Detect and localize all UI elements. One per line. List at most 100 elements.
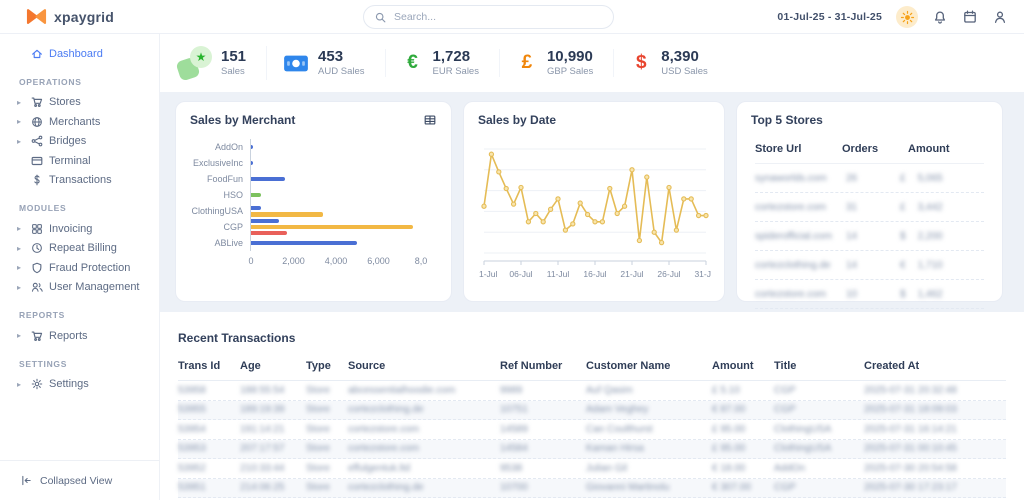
transaction-row[interactable]: 53953 207:17:57 Store cortezstore.com 14584 K…	[178, 439, 1006, 459]
table-row: cortezclothing.de 14 €1,710	[755, 251, 984, 280]
search-input[interactable]	[394, 11, 603, 23]
cell: 2025-07-31 18:09:03	[864, 404, 957, 416]
bar	[251, 240, 358, 246]
globe-icon	[30, 115, 44, 129]
stat-label: AUD Sales	[318, 66, 365, 77]
category-label: HSO	[223, 190, 243, 200]
transaction-row[interactable]: 53951 214:06:25 Store cortezclothing.de 1070…	[178, 478, 1006, 498]
cell: Kaman Hirsa	[586, 443, 644, 455]
dashboard-app: xpaygrid 01-Jul-25 - 31-Jul-25	[0, 0, 1024, 500]
category-label: CGP	[223, 222, 243, 232]
sidebar-item-reports[interactable]: ▸ Reports	[0, 326, 159, 346]
currency-symbol: £	[900, 172, 906, 184]
sidebar-item-repeat-billing[interactable]: ▸ Repeat Billing	[0, 239, 159, 259]
table-header-row: Trans Id Age Type Source Ref Number Customer …	[178, 360, 1006, 381]
theme-toggle-button[interactable]	[896, 6, 918, 28]
pound-sign-icon: £	[521, 52, 533, 73]
sidebar-item-label: Dashboard	[49, 47, 103, 60]
sidebar-item-fraud-protection[interactable]: ▸ Fraud Protection	[0, 258, 159, 278]
logo-x-icon	[26, 8, 47, 25]
bars	[250, 139, 437, 155]
banknote-icon	[283, 54, 309, 73]
search-bar[interactable]	[363, 5, 614, 29]
column-header: Orders	[842, 143, 879, 155]
currency-symbol: $	[900, 230, 906, 242]
charts-band: Sales by Merchant AddOn ExclusiveInc FoodF…	[160, 92, 1024, 312]
orders-count: 10	[846, 288, 858, 300]
column-header: Trans Id	[178, 360, 221, 372]
svg-text:26-Jul: 26-Jul	[657, 269, 680, 279]
cell: 14584	[500, 443, 528, 455]
collapse-sidebar-button[interactable]: Collapsed View	[0, 460, 159, 500]
cell: ClothingUSA	[774, 443, 832, 455]
column-header: Type	[306, 360, 331, 372]
cell: cortezclothing.de	[348, 404, 424, 416]
transaction-row[interactable]: 53958 188:55:54 Store abcessentialhoodie.co…	[178, 381, 1006, 401]
category-label: ABLive	[214, 238, 243, 248]
transaction-row[interactable]: 53955 189:19:39 Store cortezclothing.de 1075…	[178, 400, 1006, 420]
date-range-filter[interactable]: 01-Jul-25 - 31-Jul-25	[777, 11, 882, 23]
bar-group-exclusiveinc: ExclusiveInc	[190, 155, 437, 171]
stat-label: EUR Sales	[432, 66, 479, 77]
cell: 2025-07-30 20:54:58	[864, 462, 957, 474]
cell: 53954	[178, 423, 206, 435]
bar-group-clothingusa: ClothingUSA	[190, 203, 437, 219]
cell: Store	[306, 384, 330, 396]
nav-group-header: SETTINGS	[19, 358, 68, 369]
sidebar-nav: Dashboard OPERATIONS ▸ Stores ▸ Merchants ▸ Bri…	[0, 44, 159, 394]
column-header: Source	[348, 360, 386, 372]
cell: 53952	[178, 462, 206, 474]
cell: 191:14:21	[240, 423, 285, 435]
top-stores-table: Store Url Orders Amount synaworlds.com 26 £5,…	[751, 137, 988, 309]
cell: € 307.00	[712, 482, 751, 494]
transaction-row[interactable]: 53952 210:33:44 Store effulgentuk.ltd 9538 Ju…	[178, 459, 1006, 479]
x-tick-label: 4,000	[324, 256, 348, 266]
table-view-button[interactable]	[423, 113, 437, 127]
cell: £ 95.00	[712, 423, 746, 435]
sidebar-item-settings[interactable]: ▸ Settings	[0, 375, 159, 395]
cell: ClothingUSA	[774, 423, 832, 435]
users-icon	[30, 280, 44, 294]
amount: $1,462	[900, 289, 984, 300]
sidebar-item-invoicing[interactable]: ▸ Invoicing	[0, 219, 159, 239]
sidebar-item-label: Reports	[49, 329, 88, 342]
notifications-button[interactable]	[932, 9, 948, 25]
cell: cortezstore.com	[348, 443, 420, 455]
calendar-button[interactable]	[962, 9, 978, 25]
sidebar-item-bridges[interactable]: ▸ Bridges	[0, 132, 159, 152]
sidebar-item-merchants[interactable]: ▸ Merchants	[0, 112, 159, 132]
sidebar-item-dashboard[interactable]: Dashboard	[0, 44, 159, 64]
transaction-row[interactable]: 53954 191:14:21 Store cortezstore.com 14589 C…	[178, 420, 1006, 440]
cell: 10700	[500, 482, 528, 494]
cell: 188:55:54	[240, 384, 285, 396]
bar	[251, 205, 261, 210]
stat-text: 151 Sales	[221, 49, 246, 77]
svg-text:06-Jul: 06-Jul	[509, 269, 532, 279]
bar-group-hso: HSO	[190, 187, 437, 203]
table-row: spiderofficial.com 14 $2,200	[755, 222, 984, 251]
table-row: cortezstore.com 10 $1,462	[755, 280, 984, 309]
chevron-right-icon: ▸	[17, 282, 22, 292]
sidebar-item-label: Settings	[49, 378, 89, 391]
sidebar-item-stores[interactable]: ▸ Stores	[0, 93, 159, 113]
amount-value: 3,442	[917, 201, 943, 213]
svg-text:31-J: 31-J	[694, 269, 711, 279]
cell: 214:06:25	[240, 482, 285, 494]
euro-sign-icon: €	[407, 52, 418, 73]
card-title: Sales by Merchant	[190, 113, 296, 127]
currency-symbol: $	[900, 288, 906, 300]
cell: Can Coulthurst	[586, 423, 653, 435]
store-url: cortezclothing.de	[755, 259, 831, 271]
stat-value: 151	[221, 48, 247, 65]
sidebar-item-user-management[interactable]: ▸ User Management	[0, 278, 159, 298]
brand-logo[interactable]: xpaygrid	[0, 8, 160, 25]
category-label: FoodFun	[206, 174, 243, 184]
sidebar-item-terminal[interactable]: Terminal	[0, 151, 159, 171]
chevron-right-icon: ▸	[17, 117, 22, 127]
cell: 53953	[178, 443, 206, 455]
card-title: Sales by Date	[478, 113, 557, 127]
sidebar-item-transactions[interactable]: Transactions	[0, 171, 159, 191]
cell: Store	[306, 443, 330, 455]
user-profile-button[interactable]	[992, 9, 1008, 25]
stat-value: 453	[318, 48, 344, 65]
